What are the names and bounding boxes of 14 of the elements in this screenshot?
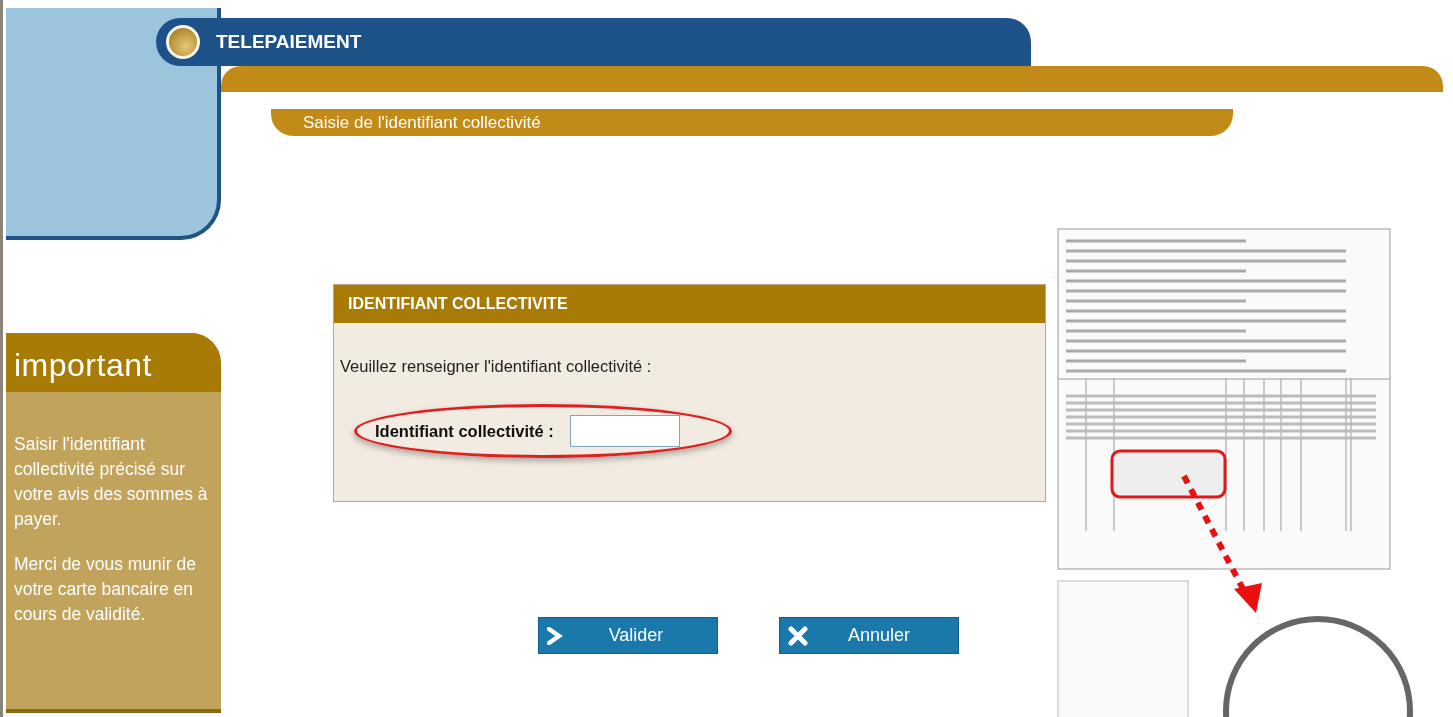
orb-icon [166,25,200,59]
app-title: TELEPAIEMENT [216,31,362,53]
info-text: Saisir l'identifiant collectivité précisé sur votre avis des sommes à payer. [14,433,209,531]
input-field[interactable] [569,415,680,447]
close-icon [788,625,808,646]
page-subtitle: Saisie de l'identifiant collectivité [303,112,541,133]
info-text: Merci de vous munir de votre carte bancaire en cours de validité. [14,553,197,626]
field-label: Identifiant collectivité : [375,421,554,441]
chevron-right-icon [547,626,563,645]
instruction-text: Veuillez renseigner l'identifiant collectivité : [340,357,653,376]
cancel-button[interactable]: Annuler [779,617,959,654]
info-heading: important [6,333,221,392]
panel-title: IDENTIFIANT COLLECTIVITE [334,285,1045,323]
submit-button[interactable]: Valider [538,617,718,654]
